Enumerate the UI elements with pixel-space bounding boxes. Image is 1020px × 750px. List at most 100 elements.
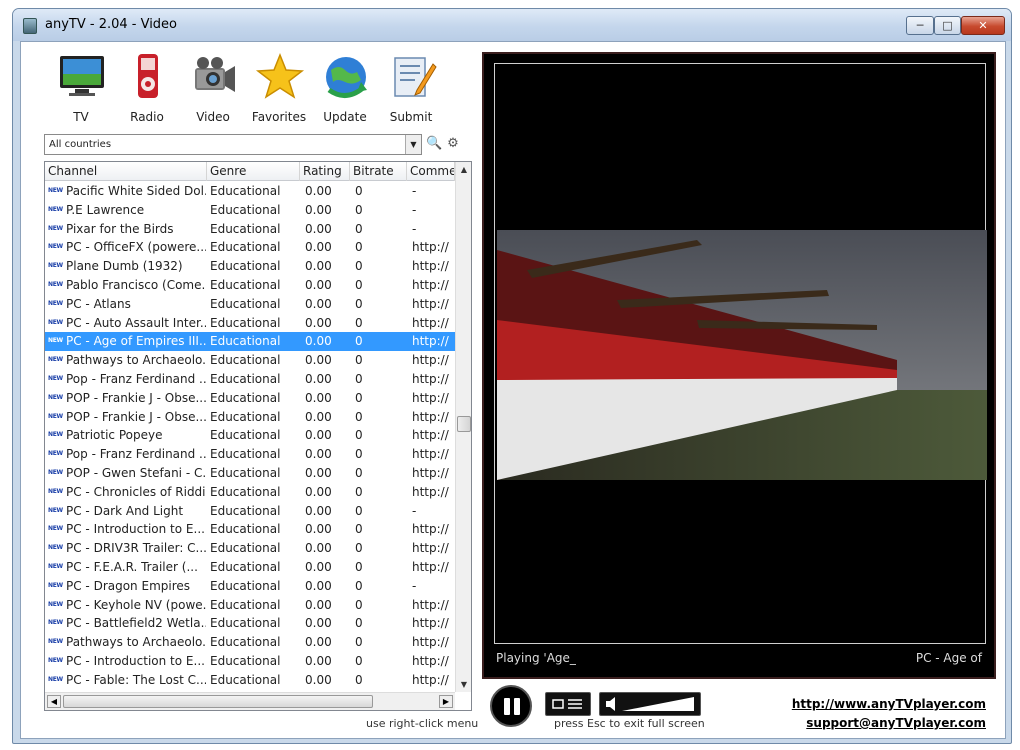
- cell-channel: NEW PC - Atlans: [48, 295, 206, 314]
- submit-button[interactable]: Submit: [379, 52, 443, 124]
- scroll-up-icon[interactable]: ▲: [456, 165, 471, 174]
- table-row[interactable]: NEW Pop - Franz Ferdinand ... Educational 0…: [45, 445, 455, 464]
- table-row[interactable]: NEW Pacific White Sided Dol... Educational…: [45, 182, 455, 201]
- cell-comment: http://: [412, 240, 449, 255]
- table-row[interactable]: NEW PC - DRIV3R Trailer: C... Educational 0…: [45, 539, 455, 558]
- table-row[interactable]: NEW PC - Dragon Empires Educational 0.00 0 -: [45, 577, 455, 596]
- channel-name: PC - Age of Empires III...: [66, 334, 206, 349]
- table-row[interactable]: NEW PC - Keyhole NV (powe... Educational 0.…: [45, 596, 455, 615]
- table-row[interactable]: NEW PC - Battlefield2 Wetla... Educational…: [45, 614, 455, 633]
- table-row[interactable]: NEW PC - Introduction to E... Educational 0…: [45, 652, 455, 671]
- table-row[interactable]: NEW Pop - Franz Ferdinand ... Educational 0…: [45, 370, 455, 389]
- cell-comment: http://: [412, 447, 449, 462]
- new-badge: NEW: [48, 487, 63, 495]
- favorites-button[interactable]: Favorites: [247, 52, 311, 124]
- table-row[interactable]: NEW Patriotic Popeye Educational 0.00 0 http:…: [45, 426, 455, 445]
- table-row[interactable]: NEW P.E Lawrence Educational 0.00 0 -: [45, 201, 455, 220]
- view-mode-button[interactable]: [545, 692, 591, 716]
- pause-button[interactable]: [490, 685, 532, 727]
- scroll-down-icon[interactable]: ▼: [456, 680, 471, 689]
- cell-bitrate: 0: [355, 541, 363, 556]
- channel-name: Plane Dumb (1932): [66, 259, 183, 274]
- table-row[interactable]: NEW Pablo Francisco (Come... Educational 0.…: [45, 276, 455, 295]
- tv-button[interactable]: TV: [49, 52, 113, 124]
- new-badge: NEW: [48, 563, 63, 571]
- table-row[interactable]: NEW PC - F.E.A.R. Trailer (... Educational…: [45, 558, 455, 577]
- tv-icon: [60, 56, 104, 96]
- cell-genre: Educational: [210, 390, 281, 405]
- horizontal-scroll-thumb[interactable]: [63, 695, 373, 708]
- vertical-scrollbar[interactable]: ▲ ▼: [455, 162, 471, 692]
- cell-rating: 0.00: [305, 240, 332, 255]
- table-row[interactable]: NEW PC - Auto Assault Inter... Educational…: [45, 314, 455, 333]
- cell-comment: -: [412, 578, 417, 593]
- table-row[interactable]: NEW POP - Gwen Stefani - C... Educational 0…: [45, 464, 455, 483]
- cell-bitrate: 0: [355, 259, 363, 274]
- cell-bitrate: 0: [355, 428, 363, 443]
- cell-genre: Educational: [210, 221, 281, 236]
- website-link[interactable]: http://www.anyTVplayer.com: [792, 697, 986, 711]
- table-row[interactable]: NEW PC - Dark And Light Educational 0.00 0 -: [45, 502, 455, 521]
- table-row[interactable]: NEW Pathways to Archaeolo... Educational 0.…: [45, 633, 455, 652]
- search-icon[interactable]: 🔍: [426, 136, 442, 152]
- volume-icon: [606, 697, 694, 711]
- maximize-button[interactable]: □: [934, 16, 961, 35]
- horizontal-scrollbar[interactable]: ◀ ▶: [45, 692, 455, 710]
- update-button[interactable]: Update: [313, 52, 377, 124]
- country-select[interactable]: All countries ▼: [44, 134, 422, 155]
- table-row[interactable]: NEW PC - Fable: The Lost C... Educational 0…: [45, 671, 455, 690]
- scroll-right-icon[interactable]: ▶: [439, 695, 453, 708]
- vertical-scroll-thumb[interactable]: [457, 416, 471, 432]
- cell-comment: http://: [412, 559, 449, 574]
- cell-bitrate: 0: [355, 672, 363, 687]
- scroll-left-icon[interactable]: ◀: [47, 695, 61, 708]
- filter-icon[interactable]: ⚙: [445, 136, 461, 152]
- table-row[interactable]: NEW PC - Atlans Educational 0.00 0 http://: [45, 295, 455, 314]
- close-button[interactable]: ✕: [961, 16, 1005, 35]
- cell-channel: NEW Pop - Franz Ferdinand ...: [48, 370, 206, 389]
- cell-rating: 0.00: [305, 259, 332, 274]
- video-frame-image: [497, 230, 987, 480]
- cell-channel: NEW PC - OfficeFX (powere...: [48, 238, 206, 257]
- table-row[interactable]: NEW Pixar for the Birds Educational 0.00 0 -: [45, 220, 455, 239]
- table-row[interactable]: NEW PC - Introduction to E... Educational 0…: [45, 520, 455, 539]
- column-header-comment[interactable]: Commen: [407, 162, 455, 181]
- column-header-bitrate[interactable]: Bitrate: [350, 162, 407, 181]
- channel-name: PC - Introduction to E...: [66, 522, 205, 537]
- cell-comment: http://: [412, 597, 449, 612]
- cell-genre: Educational: [210, 353, 281, 368]
- radio-button[interactable]: Radio: [115, 52, 179, 124]
- table-row[interactable]: NEW Pathways to Archaeolo... Educational 0.…: [45, 351, 455, 370]
- video-player[interactable]: Playing 'Age_ PC - Age of: [482, 52, 996, 679]
- table-row[interactable]: NEW PC - OfficeFX (powere... Educational 0.…: [45, 238, 455, 257]
- table-row[interactable]: NEW POP - Frankie J - Obse... Educational 0…: [45, 408, 455, 427]
- cell-channel: NEW Pathways to Archaeolo...: [48, 633, 206, 652]
- cell-bitrate: 0: [355, 184, 363, 198]
- channel-list[interactable]: Channel Genre Rating Bitrate Commen NEWP…: [44, 161, 472, 711]
- minimize-button[interactable]: ─: [906, 16, 934, 35]
- update-label: Update: [323, 110, 367, 124]
- chevron-down-icon[interactable]: ▼: [405, 135, 421, 154]
- cell-channel: NEW Pixar for the Birds: [48, 220, 206, 239]
- new-badge: NEW: [48, 544, 63, 552]
- cell-channel: NEW Plane Dumb (1932): [48, 257, 206, 276]
- column-header-genre[interactable]: Genre: [207, 162, 300, 181]
- table-row[interactable]: NEW Plane Dumb (1932) Educational 0.00 0 http…: [45, 257, 455, 276]
- cell-genre: Educational: [210, 428, 281, 443]
- cell-genre: Educational: [210, 296, 281, 311]
- volume-slider[interactable]: [599, 692, 701, 716]
- cell-rating: 0.00: [305, 559, 332, 574]
- cell-channel: NEW PC - Dark And Light: [48, 502, 206, 521]
- column-header-rating[interactable]: Rating: [300, 162, 350, 181]
- cell-comment: -: [412, 503, 417, 518]
- video-button[interactable]: Video: [181, 52, 245, 124]
- support-link[interactable]: support@anyTVplayer.com: [806, 716, 986, 730]
- title-bar[interactable]: anyTV - 2.04 - Video ─ □ ✕: [13, 9, 1011, 41]
- table-row[interactable]: NEW PC - Chronicles of Riddi... Educationa…: [45, 483, 455, 502]
- client-area: TV Radio Video Favorites Update Submit A…: [20, 41, 1006, 739]
- column-header-channel[interactable]: Channel: [45, 162, 207, 181]
- pause-icon: [504, 698, 510, 715]
- table-row[interactable]: NEW POP - Frankie J - Obse... Educational 0…: [45, 389, 455, 408]
- cell-rating: 0.00: [305, 184, 332, 198]
- table-row[interactable]: NEW PC - Age of Empires III... Educational…: [45, 332, 455, 352]
